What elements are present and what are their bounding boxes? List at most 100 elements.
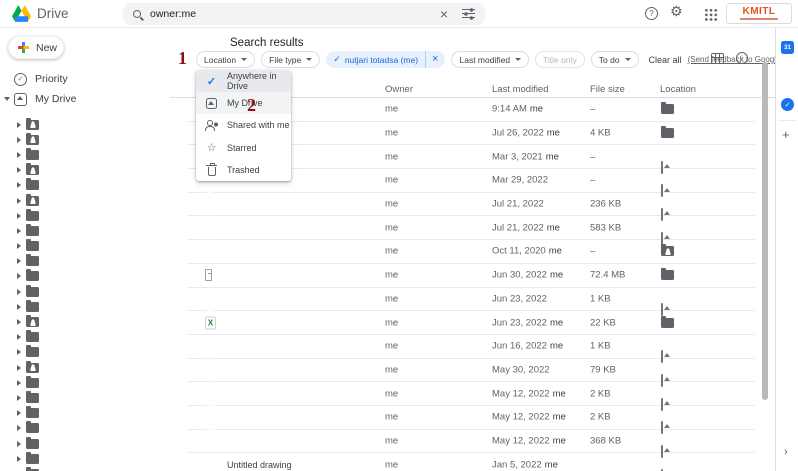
clear-all-button[interactable]: Clear all [649,55,682,65]
table-row[interactable]: meMay 12, 2022me2 KB [188,382,755,406]
folder-tree [0,117,170,471]
sidebar-folder-item[interactable] [0,421,170,436]
hide-panel-chevron-icon[interactable]: › [784,446,788,458]
sidebar-folder-item[interactable] [0,360,170,375]
table-row[interactable]: meJun 30, 2022me72.4 MB [188,264,755,288]
table-row[interactable]: Untitled drawingmeJan 5, 2022me [188,453,755,471]
table-row[interactable]: meMay 12, 2022me368 KB [188,430,755,454]
tasks-icon[interactable]: ✓ [781,98,794,111]
tree-expand-arrow-icon[interactable] [17,456,21,462]
sidebar-folder-item[interactable] [0,208,170,223]
tree-expand-arrow-icon[interactable] [17,425,21,431]
sidebar-folder-item[interactable] [0,345,170,360]
sidebar-folder-item[interactable] [0,330,170,345]
sidebar-folder-item[interactable] [0,132,170,147]
tree-expand-arrow-icon[interactable] [17,319,21,325]
google-apps-grid-icon[interactable] [704,8,718,21]
search-input[interactable]: owner:me [150,8,440,20]
search-bar[interactable]: owner:me × [123,3,485,25]
drive-logo[interactable]: Drive [12,5,69,22]
table-row[interactable]: meMay 30, 202279 KB [188,359,755,383]
calendar-icon[interactable]: 31 [781,41,794,54]
tree-expand-arrow-icon[interactable] [17,273,21,279]
tree-expand-arrow-icon[interactable] [17,137,21,143]
new-button[interactable]: New [8,36,64,59]
tree-expand-arrow-icon[interactable] [17,152,21,158]
tree-expand-arrow-icon[interactable] [17,304,21,310]
tree-expand-arrow-icon[interactable] [17,243,21,249]
filter-chip-nutjari-totadsa-me[interactable]: ✓nutjari totadsa (me)× [326,51,445,68]
expand-arrow-icon[interactable] [4,97,10,101]
sidebar-folder-item[interactable] [0,284,170,299]
table-row[interactable]: meJul 21, 2022me583 KB [188,216,755,240]
search-icon[interactable] [133,10,141,18]
sidebar-folder-item[interactable] [0,147,170,162]
tree-expand-arrow-icon[interactable] [17,228,21,234]
sidebar-folder-item[interactable] [0,269,170,284]
sidebar-folder-item[interactable] [0,466,170,471]
menu-item-starred[interactable]: ☆Starred [196,137,291,159]
settings-gear-icon[interactable]: ⚙ [670,5,683,19]
tree-expand-arrow-icon[interactable] [17,213,21,219]
sidebar-folder-item[interactable] [0,193,170,208]
sidebar-item-priority[interactable]: ✓ Priority [0,70,170,88]
details-info-icon[interactable]: i [736,52,748,64]
tree-expand-arrow-icon[interactable] [17,365,21,371]
table-row[interactable]: meJun 23, 20221 KB [188,288,755,312]
column-location[interactable]: Location [660,84,696,95]
clear-search-icon[interactable]: × [440,7,448,21]
sidebar-folder-item[interactable] [0,178,170,193]
filter-chip-row: Location File type ✓nutjari totadsa (me)× L… [196,51,775,68]
menu-item-shared-with-me[interactable]: Shared with me [196,114,291,136]
sidebar-folder-item[interactable] [0,254,170,269]
grid-view-icon[interactable] [711,53,724,64]
tree-expand-arrow-icon[interactable] [17,198,21,204]
folder-icon [26,256,39,266]
tree-expand-arrow-icon[interactable] [17,167,21,173]
filter-chip-title-only[interactable]: Title only [535,51,585,68]
table-row[interactable]: meJun 23, 2022me22 KB [188,311,755,335]
file-owner: me [385,388,398,399]
sidebar-folder-item[interactable] [0,314,170,329]
tree-expand-arrow-icon[interactable] [17,410,21,416]
tree-expand-arrow-icon[interactable] [17,334,21,340]
remove-filter-icon[interactable]: × [432,54,438,65]
table-row[interactable]: meJun 16, 2022me1 KB [188,335,755,359]
sidebar-folder-item[interactable] [0,390,170,405]
column-last-modified[interactable]: Last modified [492,84,549,95]
tree-expand-arrow-icon[interactable] [17,258,21,264]
sidebar-item-my-drive[interactable]: My Drive [0,90,170,108]
tree-expand-arrow-icon[interactable] [17,122,21,128]
table-row[interactable]: meOct 11, 2020me– [188,240,755,264]
sidebar-folder-item[interactable] [0,375,170,390]
sidebar-folder-item[interactable] [0,239,170,254]
column-file-size[interactable]: File size [590,84,625,95]
sidebar-folder-item[interactable] [0,163,170,178]
table-row[interactable]: meMay 12, 2022me2 KB [188,406,755,430]
tree-expand-arrow-icon[interactable] [17,349,21,355]
help-icon[interactable]: ? [645,7,658,20]
tree-expand-arrow-icon[interactable] [17,289,21,295]
column-owner[interactable]: Owner [385,84,413,95]
menu-item-anywhere-in-drive[interactable]: ✓Anywhere in Drive [196,70,291,92]
sidebar-folder-item[interactable] [0,406,170,421]
sidebar-folder-item[interactable] [0,451,170,466]
scrollbar[interactable] [762,62,768,400]
menu-item-trashed[interactable]: Trashed [196,159,291,181]
table-row[interactable]: meJul 21, 2022236 KB [188,193,755,217]
sidebar-folder-item[interactable] [0,436,170,451]
filter-chip-to-do[interactable]: To do [591,51,639,68]
sidebar-folder-item[interactable] [0,117,170,132]
tree-expand-arrow-icon[interactable] [17,182,21,188]
tree-expand-arrow-icon[interactable] [17,380,21,386]
tree-expand-arrow-icon[interactable] [17,441,21,447]
tree-expand-arrow-icon[interactable] [17,395,21,401]
filter-chip-file-type[interactable]: File type [261,51,320,68]
search-options-icon[interactable] [462,8,475,20]
filter-chip-last-modified[interactable]: Last modified [451,51,529,68]
menu-item-my-drive[interactable]: My Drive [196,92,291,114]
filter-chip-location[interactable]: Location [196,51,255,68]
sidebar-folder-item[interactable] [0,299,170,314]
get-addons-icon[interactable]: + [782,127,790,142]
sidebar-folder-item[interactable] [0,223,170,238]
